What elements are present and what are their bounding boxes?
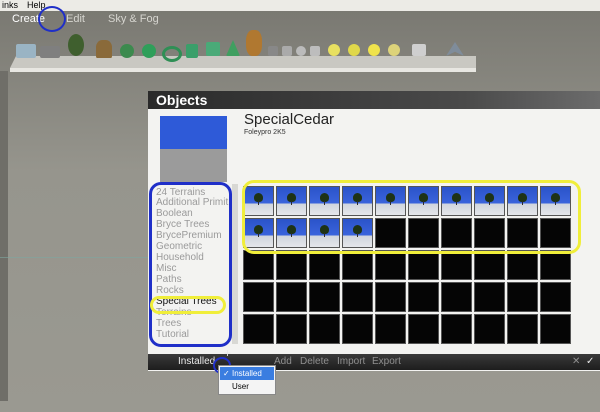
empty-slot[interactable] xyxy=(474,314,505,344)
empty-slot[interactable] xyxy=(309,250,340,280)
object-name: SpecialCedar xyxy=(244,111,335,128)
empty-slot[interactable] xyxy=(441,250,472,280)
create-highlight-circle xyxy=(38,6,66,32)
cube-icon[interactable] xyxy=(206,42,220,56)
panel-title: Objects xyxy=(148,91,600,109)
menu-item-links[interactable]: inks xyxy=(2,0,18,11)
category-highlight-oval xyxy=(149,182,232,347)
cone-icon[interactable] xyxy=(226,40,240,56)
empty-slot[interactable] xyxy=(507,282,538,312)
empty-slot[interactable] xyxy=(243,314,274,344)
flat-icon[interactable] xyxy=(282,46,292,56)
spiral-icon[interactable] xyxy=(120,44,134,58)
close-icon[interactable]: ✕ xyxy=(572,356,580,367)
empty-slot[interactable] xyxy=(540,314,571,344)
dropdown-option-label: User xyxy=(232,382,249,391)
empty-slot[interactable] xyxy=(474,282,505,312)
object-preview xyxy=(160,116,227,182)
empty-slot[interactable] xyxy=(474,250,505,280)
tree-icon[interactable] xyxy=(68,34,84,56)
tab-sky-fog[interactable]: Sky & Fog xyxy=(108,13,159,25)
objects-panel: Objects SpecialCedar Foleypro 2K5 24 Ter… xyxy=(148,91,600,371)
torus-icon[interactable] xyxy=(162,46,182,62)
installed-label[interactable]: Installed xyxy=(178,356,215,367)
checkmark-icon: ✓ xyxy=(223,369,230,378)
left-edge xyxy=(0,71,8,401)
empty-slot[interactable] xyxy=(276,250,307,280)
library-dropdown[interactable]: ✓ Installed User xyxy=(218,365,276,395)
empty-slot[interactable] xyxy=(309,314,340,344)
object-author: Foleypro 2K5 xyxy=(244,129,286,136)
star-lamp-icon[interactable] xyxy=(368,44,380,56)
import-button[interactable]: Import xyxy=(337,356,365,367)
empty-slot[interactable] xyxy=(276,314,307,344)
empty-slot[interactable] xyxy=(540,282,571,312)
dropdown-option-user[interactable]: User xyxy=(220,380,274,393)
empty-slot[interactable] xyxy=(375,282,406,312)
cylinder-icon[interactable] xyxy=(186,44,198,58)
empty-slot[interactable] xyxy=(441,282,472,312)
delete-button[interactable]: Delete xyxy=(300,356,329,367)
figure-icon[interactable] xyxy=(246,30,262,56)
empty-slot[interactable] xyxy=(507,314,538,344)
radial-icon[interactable] xyxy=(388,44,400,56)
empty-slot[interactable] xyxy=(243,250,274,280)
empty-slot[interactable] xyxy=(507,250,538,280)
empty-slot[interactable] xyxy=(342,282,373,312)
empty-slot[interactable] xyxy=(375,250,406,280)
empty-slot[interactable] xyxy=(540,250,571,280)
terrain-icon[interactable] xyxy=(16,44,36,58)
dropdown-option-installed[interactable]: ✓ Installed xyxy=(220,367,274,380)
menu-bar: inks Help xyxy=(0,0,600,11)
tab-edit[interactable]: Edit xyxy=(66,13,85,25)
dropdown-option-label: Installed xyxy=(232,369,262,378)
square-icon[interactable] xyxy=(310,46,320,56)
primitive-icon[interactable] xyxy=(268,46,278,56)
empty-slot[interactable] xyxy=(375,314,406,344)
export-button[interactable]: Export xyxy=(372,356,401,367)
empty-slot[interactable] xyxy=(408,250,439,280)
box-icon[interactable] xyxy=(412,44,426,56)
rock-icon[interactable] xyxy=(96,40,112,58)
empty-slot[interactable] xyxy=(441,314,472,344)
empty-slot[interactable] xyxy=(243,282,274,312)
empty-slot[interactable] xyxy=(408,314,439,344)
empty-slot[interactable] xyxy=(342,250,373,280)
empty-slot[interactable] xyxy=(408,282,439,312)
empty-slot[interactable] xyxy=(276,282,307,312)
check-icon[interactable]: ✓ xyxy=(586,356,594,367)
empty-slot[interactable] xyxy=(309,282,340,312)
slab-icon[interactable] xyxy=(40,46,60,58)
circle-icon[interactable] xyxy=(296,46,306,56)
create-toolbar xyxy=(10,30,476,72)
grid-highlight-oval xyxy=(242,180,581,254)
empty-slot[interactable] xyxy=(342,314,373,344)
lamp-icon[interactable] xyxy=(348,44,360,56)
objects-bottom-bar: Installed + Add Delete Import Export ✕ ✓ xyxy=(148,346,600,374)
selected-category-oval xyxy=(150,296,226,314)
sphere-lights-icon[interactable] xyxy=(328,44,340,56)
add-button[interactable]: Add xyxy=(274,356,292,367)
sphere-icon[interactable] xyxy=(142,44,156,58)
category-scrollbar[interactable] xyxy=(232,184,238,344)
